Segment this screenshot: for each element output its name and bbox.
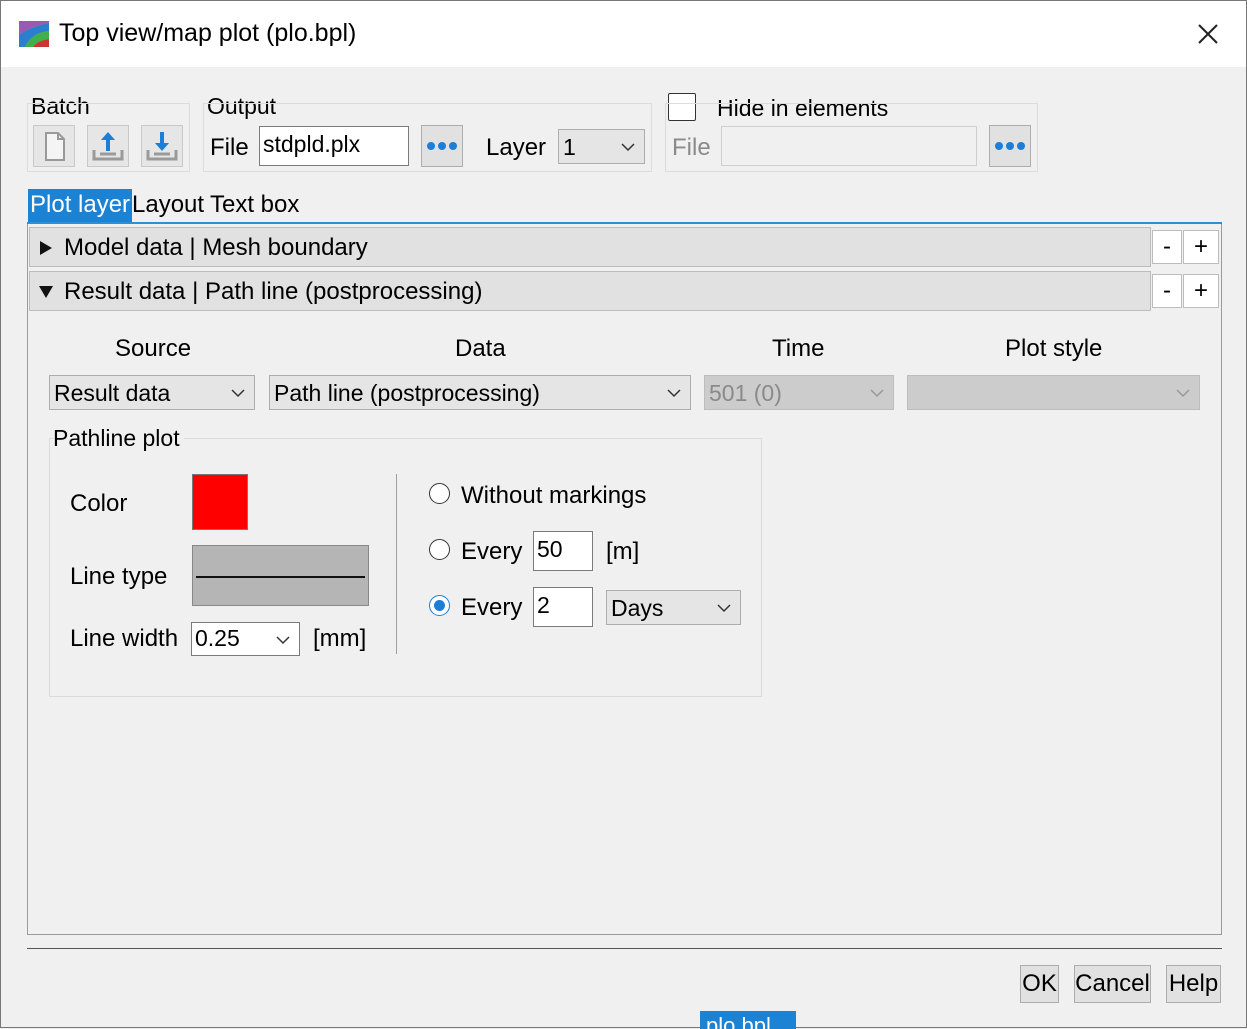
section-model-data-plus-button[interactable]: + [1183, 230, 1219, 264]
tab-layout[interactable]: Layout [130, 189, 206, 222]
chevron-down-icon [717, 604, 731, 613]
hide-file-input[interactable] [721, 126, 977, 166]
data-header: Data [455, 335, 506, 362]
section-model-data-label: Model data | Mesh boundary [64, 234, 368, 261]
time-select[interactable]: 501 (0) [704, 375, 894, 410]
cancel-button[interactable]: Cancel [1074, 965, 1151, 1003]
chevron-down-icon [667, 389, 681, 398]
new-file-icon [45, 132, 65, 161]
data-select[interactable]: Path line (postprocessing) [269, 375, 691, 410]
line-width-unit: [mm] [313, 625, 367, 652]
close-icon[interactable] [1191, 17, 1225, 51]
chevron-down-icon [621, 143, 635, 152]
without-markings-label: Without markings [461, 482, 647, 509]
line-type-selector[interactable] [192, 545, 369, 606]
ok-button[interactable]: OK [1020, 965, 1059, 1003]
layer-label: Layer [486, 134, 547, 161]
title-bar: Top view/map plot (plo.bpl) [1, 1, 1246, 67]
expand-right-icon [40, 241, 52, 255]
layer-value: 1 [563, 134, 576, 160]
line-width-combo[interactable]: 0.25 [191, 622, 300, 656]
every-distance-label: Every [461, 538, 523, 565]
batch-export-button[interactable] [87, 125, 129, 167]
more-icon [995, 142, 1003, 150]
time-unit-select[interactable]: Days [606, 590, 741, 625]
radio-without-markings[interactable] [429, 483, 450, 504]
source-header: Source [115, 335, 192, 362]
time-unit-value: Days [611, 595, 664, 621]
every-distance-unit: [m] [606, 538, 640, 565]
every-distance-input[interactable]: 50 [533, 531, 593, 571]
section-result-data[interactable]: Result data | Path line (postprocessing) [29, 271, 1151, 311]
color-swatch[interactable] [192, 474, 248, 530]
time-header: Time [772, 335, 825, 362]
help-button[interactable]: Help [1166, 965, 1221, 1003]
source-value: Result data [54, 380, 171, 406]
pathline-plot-label: Pathline plot [53, 425, 184, 452]
every-time-label: Every [461, 594, 523, 621]
section-result-data-label: Result data | Path line (postprocessing) [64, 278, 483, 305]
line-width-value: 0.25 [195, 625, 240, 651]
footer-separator [27, 948, 1222, 949]
app-icon [19, 21, 49, 47]
output-browse-button[interactable] [421, 125, 463, 167]
color-label: Color [70, 490, 128, 517]
solid-line-icon [196, 576, 365, 578]
collapse-down-icon [39, 286, 53, 298]
chevron-down-icon [231, 389, 245, 398]
dialog-window: Top view/map plot (plo.bpl) Batch Output [0, 0, 1247, 1029]
plot-style-header: Plot style [1005, 335, 1103, 362]
pathline-separator [396, 474, 397, 654]
time-value: 501 (0) [709, 380, 782, 406]
hide-browse-button[interactable] [989, 125, 1031, 167]
batch-new-button[interactable] [33, 125, 75, 167]
radio-every-time[interactable] [429, 595, 450, 616]
source-select[interactable]: Result data [49, 375, 255, 410]
layer-select[interactable]: 1 [558, 129, 645, 164]
section-model-data[interactable]: Model data | Mesh boundary [29, 227, 1151, 267]
output-file-input[interactable]: stdpld.plx [259, 126, 409, 166]
taskbar-tab[interactable]: plo.bpl [700, 1011, 796, 1029]
tab-text-box[interactable]: Text box [208, 189, 301, 222]
section-result-data-plus-button[interactable]: + [1183, 274, 1219, 308]
export-icon [92, 132, 124, 161]
batch-import-button[interactable] [141, 125, 183, 167]
more-icon [427, 142, 435, 150]
line-width-label: Line width [70, 625, 179, 652]
radio-every-distance[interactable] [429, 539, 450, 560]
data-value: Path line (postprocessing) [274, 380, 540, 406]
import-icon [146, 132, 178, 161]
chevron-down-icon [1176, 389, 1190, 398]
section-result-data-minus-button[interactable]: - [1152, 274, 1182, 308]
tab-plot-layer[interactable]: Plot layer [28, 189, 133, 222]
output-file-label: File [210, 134, 249, 161]
chevron-down-icon [870, 389, 884, 398]
every-time-input[interactable]: 2 [533, 587, 593, 627]
section-model-data-minus-button[interactable]: - [1152, 230, 1182, 264]
chevron-down-icon [276, 636, 290, 645]
line-type-label: Line type [70, 563, 168, 590]
hide-file-label: File [672, 134, 711, 161]
plot-style-select[interactable] [907, 375, 1200, 410]
window-title: Top view/map plot (plo.bpl) [59, 19, 357, 47]
